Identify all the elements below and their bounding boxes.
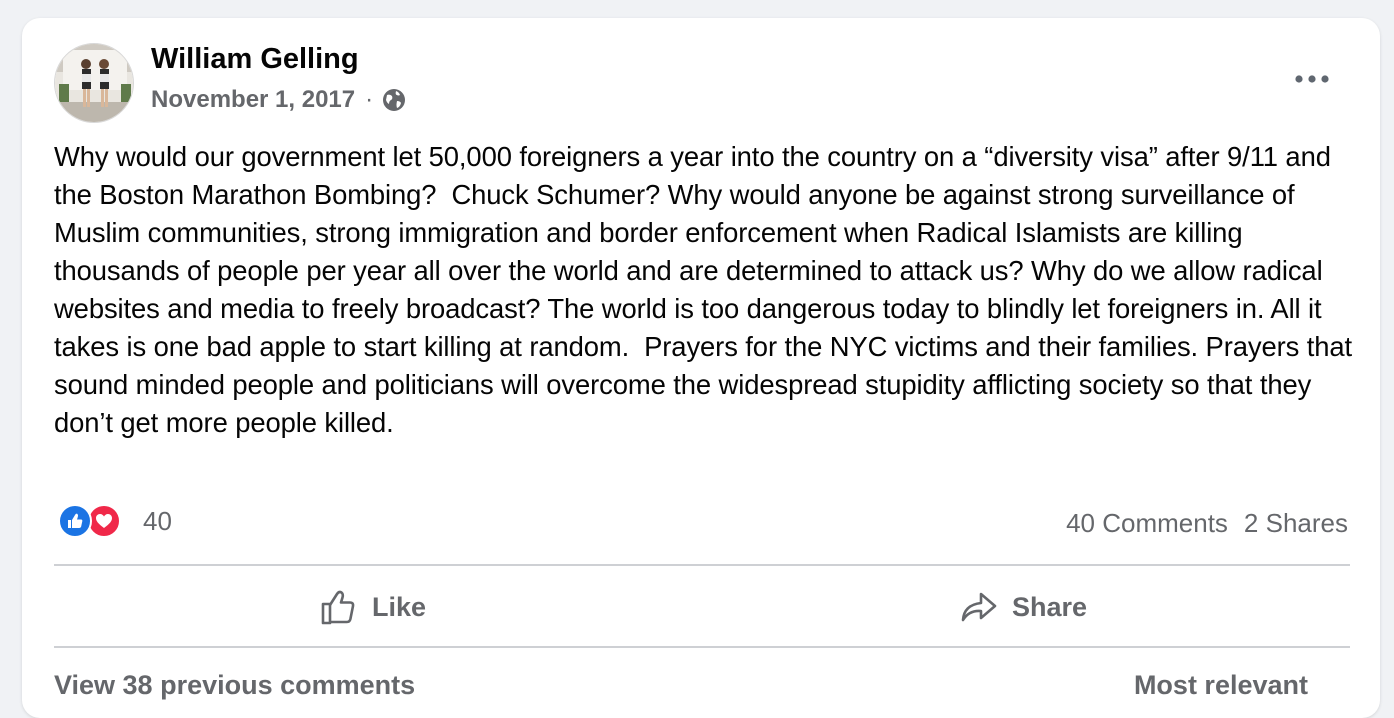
divider-bottom	[54, 646, 1350, 648]
share-label: Share	[1012, 591, 1088, 622]
meta-separator: ·	[365, 86, 374, 113]
share-button[interactable]: Share	[960, 584, 1087, 630]
post-meta: November 1, 2017 ·	[151, 86, 407, 114]
avatar[interactable]	[54, 43, 134, 123]
reaction-count: 40	[143, 505, 172, 536]
post-author[interactable]: William Gelling	[151, 43, 359, 76]
divider-top	[54, 564, 1350, 566]
like-reaction-icon	[58, 504, 92, 538]
globe-icon	[381, 87, 407, 113]
more-options-icon[interactable]	[1292, 64, 1332, 94]
post-text: Why would our government let 50,000 fore…	[54, 141, 1360, 438]
comment-sort-dropdown[interactable]: Most relevant	[1134, 670, 1308, 701]
comments-count-link[interactable]: 40 Comments	[1066, 508, 1228, 539]
view-previous-comments-link[interactable]: View 38 previous comments	[54, 670, 415, 701]
like-label: Like	[372, 591, 427, 622]
avatar-photo	[55, 44, 133, 122]
reaction-summary[interactable]: 40	[58, 504, 172, 538]
like-button[interactable]: Like	[320, 584, 426, 630]
love-reaction-icon	[87, 504, 121, 538]
engagement-stats: 40 Comments 2 Shares	[1066, 508, 1348, 539]
like-icon	[321, 590, 355, 625]
shares-count-link[interactable]: 2 Shares	[1244, 508, 1348, 539]
post-date[interactable]: November 1, 2017	[151, 86, 355, 114]
post-card: William Gelling November 1, 2017 · Why w…	[22, 18, 1380, 718]
share-icon	[961, 592, 997, 622]
